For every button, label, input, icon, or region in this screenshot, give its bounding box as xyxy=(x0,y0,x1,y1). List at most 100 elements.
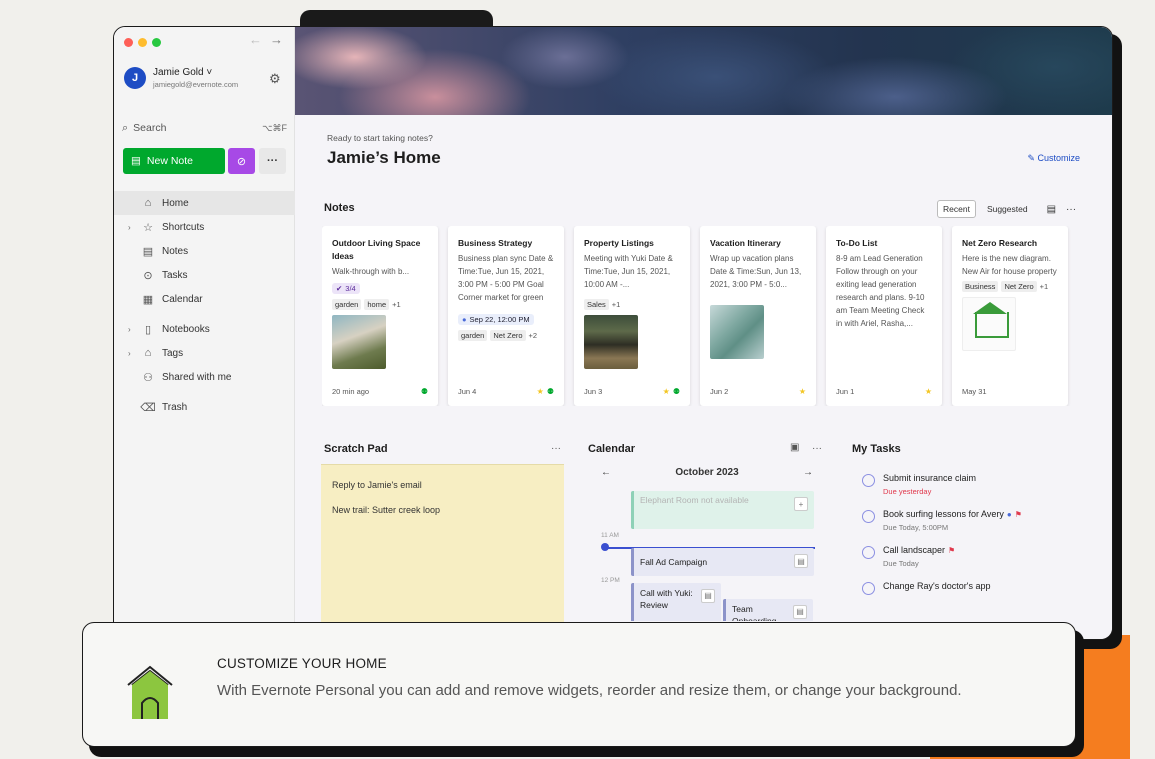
calendar-event[interactable]: Fall Ad Campaign ▤ xyxy=(631,548,814,576)
sidebar-nav: ⌂ Home › ☆ Shortcuts ▤ Notes ⊙ Tasks ▦ Calenda… xyxy=(114,191,295,419)
calendar-add-icon[interactable]: ▣ xyxy=(790,442,799,453)
note-date: Jun 4 xyxy=(458,387,477,396)
search-input[interactable]: ⌕ Search ⌥⌘F xyxy=(122,116,287,140)
task-item: Submit insurance claim Due yesterday xyxy=(862,473,1082,496)
minimize-window-button[interactable] xyxy=(138,38,147,47)
tag-chip[interactable]: Sales xyxy=(584,299,609,310)
note-card[interactable]: Business Strategy Business plan sync Dat… xyxy=(448,226,564,406)
sidebar-item-tags[interactable]: › ⌂ Tags xyxy=(114,341,295,365)
task-checkbox[interactable] xyxy=(862,582,875,595)
task-progress-label: 3/4 xyxy=(345,284,356,293)
sidebar-item-notebooks[interactable]: › ▯ Notebooks xyxy=(114,317,295,341)
sidebar-item-shared[interactable]: ⚇ Shared with me xyxy=(114,365,295,389)
check-circle-icon: ⊙ xyxy=(143,269,153,282)
account-switcher[interactable]: J Jamie Gold ˅ jamiegold@evernote.com xyxy=(124,67,238,89)
task-checkbox[interactable] xyxy=(862,474,875,487)
back-arrow-icon[interactable]: ← xyxy=(249,32,262,47)
chevron-right-icon[interactable]: › xyxy=(128,223,131,232)
tag-row: garden home +1 xyxy=(332,299,428,310)
task-title[interactable]: Call landscaper xyxy=(883,545,945,555)
tag-icon: ⌂ xyxy=(144,347,152,359)
avatar: J xyxy=(124,67,146,89)
note-icon[interactable]: ▤ xyxy=(793,605,807,619)
sidebar-item-calendar[interactable]: ▦ Calendar xyxy=(114,287,295,311)
check-circle-icon: ⊘ xyxy=(236,155,247,168)
sidebar-item-tasks[interactable]: ⊙ Tasks xyxy=(114,263,295,287)
notebook-icon: ▯ xyxy=(144,323,152,336)
chevron-right-icon[interactable]: › xyxy=(128,349,131,358)
ellipsis-icon[interactable]: ··· xyxy=(1066,204,1076,215)
event-title: Team Onboarding xyxy=(732,604,777,621)
star-icon: ★ xyxy=(662,387,670,396)
calendar-event[interactable]: Elephant Room not available + xyxy=(631,491,814,529)
tab-recent[interactable]: Recent xyxy=(937,200,976,218)
note-date: May 31 xyxy=(962,387,987,396)
pencil-icon: ✎ xyxy=(1027,153,1038,163)
tab-suggested[interactable]: Suggested xyxy=(982,201,1033,217)
note-card[interactable]: Net Zero Research Here is the new diagra… xyxy=(952,226,1068,406)
task-checkbox[interactable] xyxy=(862,510,875,523)
ellipsis-icon[interactable]: ··· xyxy=(812,443,822,454)
new-note-icon[interactable]: ▤ xyxy=(1047,204,1056,215)
ellipsis-icon[interactable]: ··· xyxy=(551,443,561,454)
sidebar-item-label: Shared with me xyxy=(162,371,232,383)
task-title[interactable]: Change Ray's doctor's app xyxy=(883,581,991,591)
tag-row: Business Net Zero +1 xyxy=(962,281,1058,292)
home-dashboard: Ready to start taking notes? Jamie’s Hom… xyxy=(295,27,1112,639)
calendar-event[interactable]: Call with Yuki: Review ▤ xyxy=(631,583,721,621)
note-thumbnail xyxy=(584,315,638,369)
task-title[interactable]: Book surfing lessons for Avery xyxy=(883,509,1004,519)
sidebar-item-shortcuts[interactable]: › ☆ Shortcuts xyxy=(114,215,295,239)
tag-chip[interactable]: garden xyxy=(458,330,488,341)
tag-chip[interactable]: Business xyxy=(962,281,999,292)
note-card[interactable]: Property Listings Meeting with Yuki Date… xyxy=(574,226,690,406)
sidebar-item-home[interactable]: ⌂ Home xyxy=(114,191,295,215)
next-month-arrow-icon[interactable]: → xyxy=(803,467,813,478)
tag-chip[interactable]: home xyxy=(364,299,390,310)
search-icon: ⌕ xyxy=(122,121,129,134)
maximize-window-button[interactable] xyxy=(152,38,161,47)
add-note-icon[interactable]: + xyxy=(794,497,808,511)
note-card[interactable]: To-Do List 8-9 am Lead Generation Follow… xyxy=(826,226,942,406)
note-icon[interactable]: ▤ xyxy=(701,589,715,603)
sidebar-item-trash[interactable]: ⌫ Trash xyxy=(114,395,295,419)
sidebar-item-notes[interactable]: ▤ Notes xyxy=(114,239,295,263)
new-task-button[interactable]: ⊘ xyxy=(228,148,255,174)
customize-label: Customize xyxy=(1037,153,1080,163)
note-title: Property Listings xyxy=(584,238,654,248)
note-card[interactable]: Vacation Itinerary Wrap up vacation plan… xyxy=(700,226,816,406)
calendar-nav: ← October 2023 → xyxy=(601,467,813,478)
prev-month-arrow-icon[interactable]: ← xyxy=(601,467,611,478)
scratch-line: New trail: Sutter creek loop xyxy=(332,505,441,515)
flag-icon: ⚑ xyxy=(948,546,956,555)
history-nav: ← → xyxy=(249,32,283,47)
forward-arrow-icon[interactable]: → xyxy=(270,32,283,47)
task-item: Change Ray's doctor's app xyxy=(862,581,1082,595)
calendar-event[interactable]: Team Onboarding ▤ xyxy=(723,599,813,621)
new-note-button[interactable]: ▤ New Note xyxy=(123,148,225,174)
time-label: 12 PM xyxy=(601,577,620,584)
tag-chip[interactable]: garden xyxy=(332,299,362,310)
task-title[interactable]: Submit insurance claim xyxy=(883,473,976,483)
customize-button[interactable]: ✎ Customize xyxy=(1027,153,1080,164)
note-card[interactable]: Outdoor Living Space Ideas Walk-through … xyxy=(322,226,438,406)
tip-description: With Evernote Personal you can add and r… xyxy=(217,682,962,699)
star-icon: ★ xyxy=(798,387,806,396)
close-window-button[interactable] xyxy=(124,38,133,47)
task-checkbox[interactable] xyxy=(862,546,875,559)
note-snippet: Business plan sync Date & Time:Tue, Jun … xyxy=(458,254,554,302)
note-icon[interactable]: ▤ xyxy=(794,554,808,568)
sidebar-item-label: Tags xyxy=(162,347,184,359)
tag-chip[interactable]: Net Zero xyxy=(490,330,526,341)
star-icon: ★ xyxy=(536,387,544,396)
shared-people-icon: ⚉ xyxy=(672,387,680,396)
scratch-pad-textarea[interactable]: Reply to Jamie's email New trail: Sutter… xyxy=(321,464,564,639)
tag-chip[interactable]: Net Zero xyxy=(1001,281,1037,292)
tag-row: garden Net Zero +2 xyxy=(458,330,554,341)
chevron-right-icon[interactable]: › xyxy=(128,325,131,334)
more-options-button[interactable]: ··· xyxy=(259,148,286,174)
home-subtitle: Ready to start taking notes? xyxy=(327,133,433,143)
task-list: Submit insurance claim Due yesterday Book… xyxy=(862,473,1082,608)
gear-icon[interactable]: ⚙ xyxy=(269,71,281,87)
tag-row: Sales +1 xyxy=(584,299,680,310)
